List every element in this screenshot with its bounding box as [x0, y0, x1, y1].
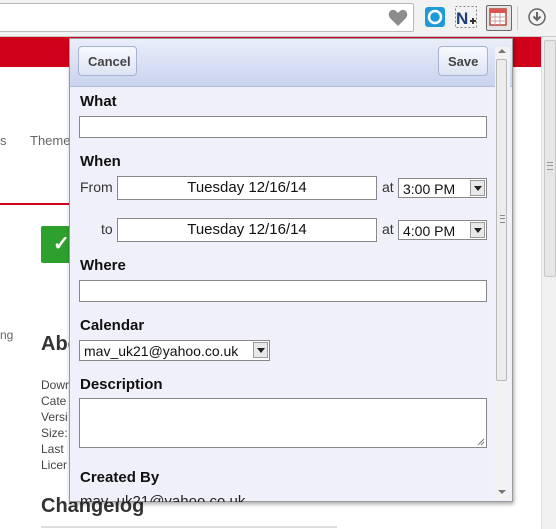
nav-link-partial[interactable]: s [0, 133, 7, 148]
to-time-value: 4:00 PM [403, 223, 456, 239]
chevron-down-icon[interactable] [470, 222, 485, 238]
detail-row: Licer [41, 458, 68, 472]
detail-row: Down [41, 378, 72, 392]
to-label: to [101, 221, 113, 237]
detail-row: Size: [41, 426, 68, 440]
from-time-select[interactable]: 3:00 PM [398, 178, 487, 198]
calendar-extension-button[interactable] [486, 5, 512, 31]
what-label: What [80, 93, 117, 110]
description-label: Description [80, 376, 163, 393]
cancel-button[interactable]: Cancel [78, 46, 137, 76]
detail-row: Versi [41, 410, 68, 424]
from-label: From [80, 179, 113, 195]
detail-row: Cate [41, 394, 67, 408]
calendar-select[interactable]: mav_uk21@yahoo.co.uk [79, 340, 270, 361]
to-time-select[interactable]: 4:00 PM [398, 220, 487, 240]
scroll-up-icon[interactable] [498, 49, 506, 53]
page-scrollbar-thumb[interactable] [544, 40, 556, 277]
nav-link-themes[interactable]: Theme [30, 133, 70, 148]
from-time-value: 3:00 PM [403, 181, 456, 197]
divider [41, 526, 337, 528]
toolbar-separator [517, 6, 518, 30]
calendar-extension-icon [489, 8, 507, 26]
to-date-field[interactable]: Tuesday 12/16/14 [117, 218, 377, 242]
browser-toolbar: N [0, 0, 556, 37]
created-by-value: mav_uk21@yahoo.co.uk [80, 493, 246, 502]
extension-blue-ring-icon[interactable] [424, 6, 446, 28]
created-by-label: Created By [80, 469, 160, 486]
from-date-field[interactable]: Tuesday 12/16/14 [117, 176, 377, 200]
calendar-label: Calendar [80, 317, 145, 334]
detail-row: Last [41, 442, 64, 456]
svg-text:N: N [456, 9, 468, 28]
grip-icon [500, 215, 505, 223]
side-text-partial: ng [0, 328, 14, 342]
chevron-down-icon[interactable] [253, 342, 268, 358]
chevron-down-icon[interactable] [470, 180, 485, 196]
grip-icon [547, 162, 553, 170]
at-label: at [382, 221, 394, 237]
download-icon[interactable] [526, 6, 548, 28]
what-input[interactable] [79, 116, 487, 138]
extension-n-plus-icon[interactable]: N [455, 6, 477, 28]
scroll-down-icon[interactable] [498, 490, 506, 494]
at-label: at [382, 179, 394, 195]
nav-underline [0, 203, 70, 205]
when-label: When [80, 153, 121, 170]
calendar-value: mav_uk21@yahoo.co.uk [84, 343, 239, 359]
add-event-popup: Cancel Save What When From Tuesday 12/16… [69, 38, 513, 502]
where-input[interactable] [79, 280, 487, 302]
heart-icon[interactable] [388, 9, 408, 27]
resize-handle-icon[interactable] [477, 438, 485, 446]
where-label: Where [80, 257, 126, 274]
description-textarea[interactable] [79, 398, 487, 448]
address-bar[interactable] [0, 3, 414, 32]
save-button[interactable]: Save [438, 46, 488, 76]
popup-header: Cancel Save [70, 39, 512, 87]
